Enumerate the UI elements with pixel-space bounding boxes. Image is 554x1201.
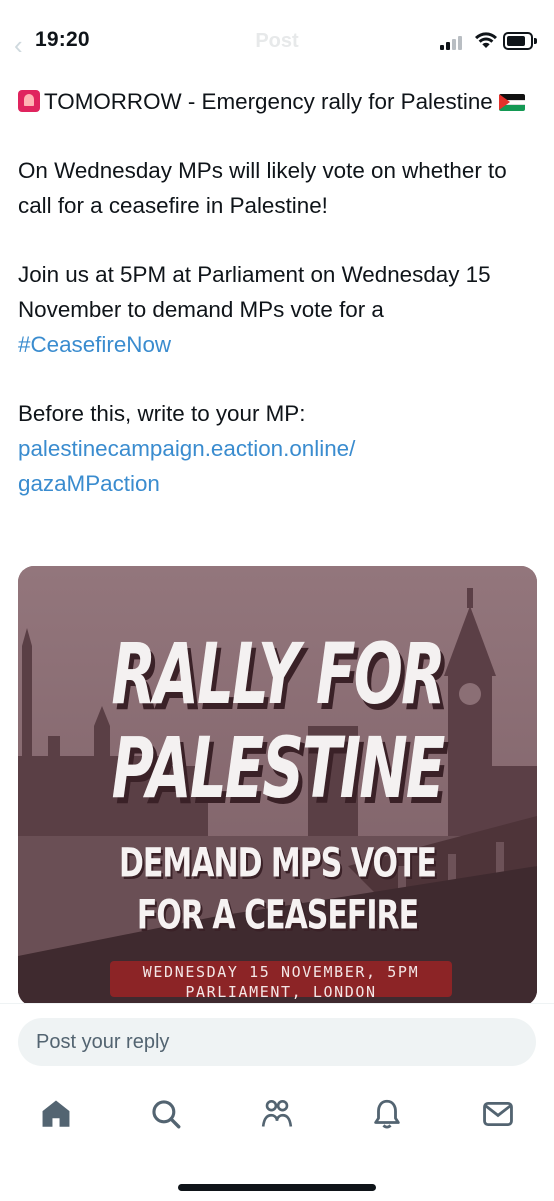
post-paragraph: Before this, write to your MP: palestine… xyxy=(18,396,538,501)
post-paragraph: TOMORROW - Emergency rally for Palestine xyxy=(18,84,538,119)
post-paragraph: On Wednesday MPs will likely vote on whe… xyxy=(18,158,507,218)
rotating-light-icon xyxy=(18,90,40,112)
battery-icon xyxy=(503,32,537,50)
post-text: Join us at 5PM at Parliament on Wednesda… xyxy=(18,262,491,322)
reply-input[interactable]: Post your reply xyxy=(18,1018,536,1066)
post-body: TOMORROW - Emergency rally for Palestine… xyxy=(18,84,538,535)
cellular-signal-icon xyxy=(440,34,466,50)
wifi-icon xyxy=(475,32,497,48)
notifications-icon[interactable] xyxy=(367,1094,407,1134)
post-paragraph: Join us at 5PM at Parliament on Wednesda… xyxy=(18,257,538,362)
tab-bar xyxy=(0,1094,554,1138)
home-indicator[interactable] xyxy=(178,1184,376,1191)
hashtag-link[interactable]: #CeasefireNow xyxy=(18,332,171,357)
poster-headline: PALESTINE xyxy=(111,718,446,818)
poster-subheadline: DEMAND MPS VOTE xyxy=(119,839,437,888)
clock: 19:20 xyxy=(35,28,90,51)
search-icon[interactable] xyxy=(146,1094,186,1134)
post-image[interactable]: RALLY FOR PALESTINE DEMAND MPS VOTE FOR … xyxy=(18,566,537,1006)
home-icon[interactable] xyxy=(36,1094,76,1134)
status-bar: ‹ Post 19:20 xyxy=(0,0,554,80)
post-text: Before this, write to your MP: xyxy=(18,401,306,426)
poster-date-banner: WEDNESDAY 15 NOVEMBER, 5PM PARLIAMENT, L… xyxy=(110,961,452,1001)
messages-icon[interactable] xyxy=(478,1094,518,1134)
poster-subheadline: FOR A CEASEFIRE xyxy=(136,891,419,940)
poster-headline: RALLY FOR xyxy=(111,624,445,724)
communities-icon[interactable] xyxy=(257,1094,297,1134)
bottom-bar: Post your reply xyxy=(0,1003,554,1201)
palestine-flag-icon xyxy=(498,94,525,111)
post-headline: TOMORROW - Emergency rally for Palestine xyxy=(44,89,493,114)
url-link[interactable]: palestinecampaign.eaction.online/gazaMPa… xyxy=(18,436,355,496)
